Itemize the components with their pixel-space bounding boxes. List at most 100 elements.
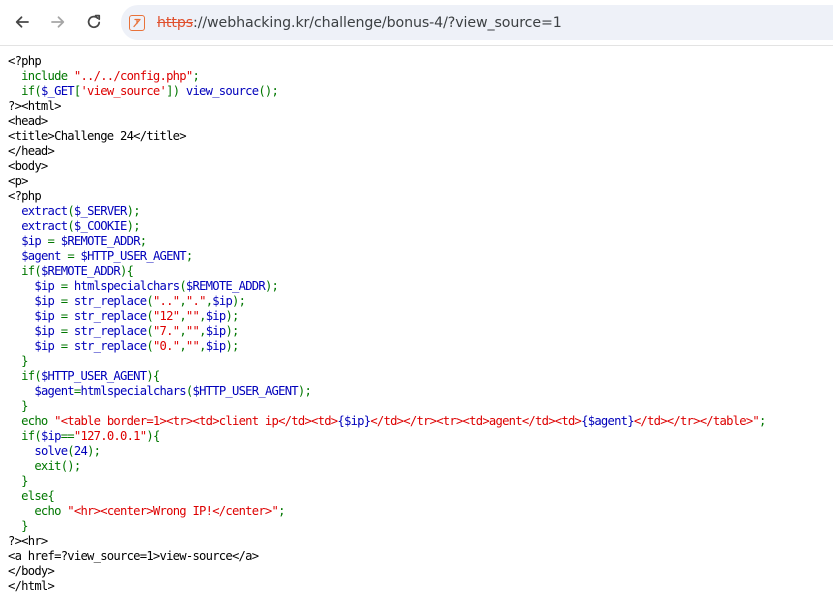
arrow-right-icon (51, 16, 65, 28)
source-token: {$agent} (581, 414, 634, 428)
source-token (8, 249, 21, 263)
source-line: if($HTTP_USER_AGENT){ (8, 369, 766, 384)
source-token: , (179, 324, 186, 338)
source-line: <title>Challenge 24</title> (8, 129, 766, 144)
source-token: str_replace (73, 339, 147, 353)
source-line: echo "<hr><center>Wrong IP!</center>"; (8, 504, 766, 519)
source-line: $ip = $REMOTE_ADDR; (8, 234, 766, 249)
source-token: exit(); (8, 459, 81, 473)
source-line: <a href=?view_source=1>view-source</a> (8, 549, 766, 564)
source-token: ; (139, 234, 147, 248)
source-token: ; (192, 69, 200, 83)
source-token: $ip (34, 309, 61, 323)
source-line: if($REMOTE_ADDR){ (8, 264, 766, 279)
source-token: = (60, 309, 74, 323)
source-token: </td></tr><tr><td>agent</td><td> (370, 414, 582, 428)
source-token: solve (34, 444, 68, 458)
source-line: if($_GET['view_source']) view_source(); (8, 84, 766, 99)
source-token: == (60, 429, 75, 443)
source-token: $ip (212, 294, 233, 308)
source-token: $ip (34, 339, 61, 353)
source-token: include (8, 69, 74, 83)
source-token: } (8, 519, 28, 533)
source-token: } (8, 474, 28, 488)
source-token: if( (8, 369, 42, 383)
arrow-left-icon (15, 16, 29, 28)
url-scheme: https (157, 14, 194, 31)
source-token: $_COOKIE (73, 219, 127, 233)
source-token: ; (278, 504, 285, 518)
source-token: ( (146, 309, 153, 323)
source-token: $REMOTE_ADDR (40, 264, 121, 278)
source-token: <a href=?view_source=1>view-source</a> (8, 549, 259, 563)
source-token: str_replace (73, 324, 147, 338)
source-token: ); (297, 384, 312, 398)
source-line: extract($_COOKIE); (8, 219, 766, 234)
source-line: exit(); (8, 459, 766, 474)
source-line: </body> (8, 564, 766, 579)
source-token: $HTTP_USER_AGENT (80, 249, 187, 263)
source-token: <body> (8, 159, 48, 173)
source-token (8, 339, 34, 353)
source-token: 24 (73, 444, 88, 458)
source-line: $ip = str_replace("12","",$ip); (8, 309, 766, 324)
source-token: </html> (8, 579, 55, 593)
not-secure-icon[interactable] (129, 14, 145, 31)
source-token: "." (185, 294, 207, 308)
source-line: if($ip=="127.0.0.1"){ (8, 429, 766, 444)
source-token: $HTTP_USER_AGENT (192, 384, 298, 398)
source-token: "0." (152, 339, 180, 353)
source-line: } (8, 354, 766, 369)
source-token: ); (126, 219, 141, 233)
source-token (8, 204, 21, 218)
forward-button[interactable] (43, 7, 73, 37)
source-line: } (8, 474, 766, 489)
source-token: $ip (34, 324, 61, 338)
source-line: include "../../config.php"; (8, 69, 766, 84)
source-token: <title>Challenge 24</title> (8, 129, 187, 143)
source-token: $HTTP_USER_AGENT (40, 369, 147, 383)
source-token: </body> (8, 564, 55, 578)
source-token: , (179, 339, 186, 353)
source-token: $ip (34, 279, 61, 293)
source-token: $REMOTE_ADDR (185, 279, 266, 293)
source-token: ); (126, 204, 141, 218)
address-bar[interactable]: https://webhacking.kr/challenge/bonus-4/… (121, 5, 833, 40)
source-token: ); (225, 309, 239, 323)
source-line: <head> (8, 114, 766, 129)
source-line: } (8, 519, 766, 534)
source-token (8, 324, 34, 338)
source-token: "" (185, 309, 200, 323)
source-token: $ip (205, 309, 227, 323)
source-token: extract (21, 204, 68, 218)
source-token: str_replace (73, 294, 147, 308)
source-token: "" (185, 324, 200, 338)
source-token: "" (185, 339, 200, 353)
source-token: ".." (152, 294, 180, 308)
source-line: $ip = str_replace("0.","",$ip); (8, 339, 766, 354)
source-token: if( (8, 429, 42, 443)
source-token: ( (67, 204, 74, 218)
back-button[interactable] (7, 7, 37, 37)
browser-toolbar: https://webhacking.kr/challenge/bonus-4/… (0, 0, 833, 46)
source-token: ( (67, 219, 74, 233)
source-token: $ip (205, 324, 227, 338)
url-text[interactable]: https://webhacking.kr/challenge/bonus-4/… (157, 15, 562, 31)
source-token: = (60, 339, 74, 353)
source-line: <?php (8, 54, 766, 69)
source-line: else{ (8, 489, 766, 504)
source-line: extract($_SERVER); (8, 204, 766, 219)
source-token: extract (21, 219, 68, 233)
source-token: echo (8, 414, 55, 428)
source-token: ){ (146, 429, 160, 443)
source-line: $ip = str_replace("..",".",$ip); (8, 294, 766, 309)
source-token: , (199, 309, 206, 323)
reload-button[interactable] (79, 7, 109, 37)
source-token: ; (185, 249, 193, 263)
source-token: "<table border=1><tr><td>client ip</td><… (54, 414, 338, 428)
source-token: , (179, 294, 186, 308)
source-token: "127.0.0.1" (73, 429, 147, 443)
source-token: $_GET (40, 84, 75, 98)
source-token: <head> (8, 114, 48, 128)
source-token (8, 444, 34, 458)
